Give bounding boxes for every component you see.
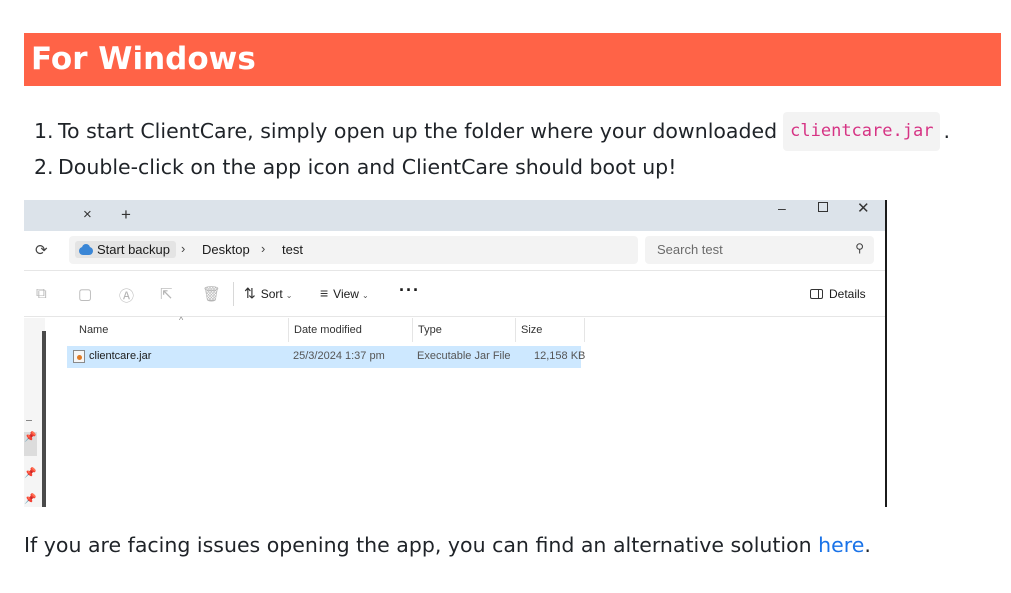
more-options-button[interactable]: ··· — [399, 280, 420, 301]
pin-icon[interactable]: 📌 — [24, 468, 36, 479]
divider — [26, 420, 32, 421]
copy-icon[interactable]: ▢ — [78, 285, 92, 303]
breadcrumb-item-start-backup[interactable]: Start backup — [75, 241, 176, 258]
command-bar: ⧉ ▢ Ⓐ ⇱ 🗑 ⇅ Sort ⌄ ≡ View ⌄ ··· Details — [24, 272, 885, 317]
file-row[interactable]: clientcare.jar 25/3/2024 1:37 pm Executa… — [67, 346, 585, 368]
column-header-type[interactable]: Type — [418, 324, 442, 336]
refresh-icon[interactable]: ⟳ — [35, 241, 48, 259]
sort-ascending-icon: ^ — [179, 315, 184, 325]
view-icon: ≡ — [320, 285, 329, 301]
file-date-modified: 25/3/2024 1:37 pm — [293, 350, 385, 362]
alternative-solution-link[interactable]: here — [818, 533, 864, 557]
help-text: If you are facing issues opening the app… — [24, 533, 871, 557]
details-button[interactable]: Details — [810, 287, 866, 301]
list-item: 2. Double-click on the app icon and Clie… — [34, 151, 994, 184]
pin-icon[interactable]: 📌 — [24, 494, 36, 505]
column-divider[interactable] — [515, 318, 516, 342]
list-item: 1. To start ClientCare, simply open up t… — [34, 112, 994, 151]
column-header-row: ^ Name Date modified Type Size — [67, 315, 885, 343]
help-sentence: If you are facing issues opening the app… — [24, 533, 819, 557]
divider — [233, 282, 234, 306]
file-name: clientcare.jar — [89, 350, 152, 362]
minimize-icon[interactable]: – — [778, 200, 786, 216]
details-pane-icon — [810, 289, 823, 299]
chevron-down-icon: ⌄ — [361, 291, 369, 300]
sort-button[interactable]: ⇅ Sort ⌄ — [244, 285, 292, 302]
breadcrumb-item-test[interactable]: test — [282, 242, 303, 257]
breadcrumb[interactable]: Start backup › Desktop › test — [69, 236, 638, 264]
cloud-icon — [79, 244, 93, 255]
search-icon: ⚲ — [855, 241, 864, 255]
step-text: To start ClientCare, simply open up the … — [58, 119, 778, 143]
section-heading: For Windows — [24, 33, 1001, 86]
breadcrumb-item-desktop[interactable]: Desktop — [202, 242, 250, 257]
new-tab-icon[interactable]: + — [121, 205, 131, 225]
delete-icon[interactable]: 🗑 — [202, 285, 221, 303]
close-tab-icon[interactable]: × — [83, 206, 92, 223]
cut-icon[interactable]: ⧉ — [36, 285, 47, 302]
step-text: Double-click on the app icon and ClientC… — [58, 155, 677, 179]
list-number: 1. — [34, 119, 54, 143]
file-explorer-screenshot: × + – ✕ ⟳ Start backup › Desktop › test … — [24, 200, 887, 507]
rename-icon[interactable]: Ⓐ — [119, 285, 134, 306]
share-icon[interactable]: ⇱ — [160, 285, 173, 303]
step-text-end: . — [943, 119, 950, 143]
column-header-size[interactable]: Size — [521, 324, 542, 336]
search-placeholder: Search test — [657, 242, 723, 257]
address-bar: ⟳ Start backup › Desktop › test Search t… — [24, 231, 885, 271]
file-type: Executable Jar File — [417, 350, 511, 362]
scrollbar[interactable] — [42, 331, 46, 507]
search-input[interactable]: Search test ⚲ — [645, 236, 874, 264]
chevron-down-icon: ⌄ — [285, 291, 293, 300]
maximize-icon[interactable] — [818, 202, 828, 212]
file-size: 12,158 KB — [534, 350, 586, 362]
list-number: 2. — [34, 155, 54, 179]
instruction-list: 1. To start ClientCare, simply open up t… — [34, 112, 994, 184]
column-divider[interactable] — [288, 318, 289, 342]
column-header-date-modified[interactable]: Date modified — [294, 324, 362, 336]
help-sentence-end: . — [864, 533, 871, 557]
tab-bar: × + – ✕ — [24, 200, 885, 231]
column-divider[interactable] — [584, 318, 585, 342]
column-header-name[interactable]: Name — [79, 324, 108, 336]
chevron-right-icon: › — [181, 241, 186, 256]
close-window-icon[interactable]: ✕ — [857, 200, 870, 217]
pin-icon[interactable]: 📌 — [24, 432, 37, 456]
chevron-right-icon: › — [261, 241, 266, 256]
sort-icon: ⇅ — [244, 285, 256, 301]
jar-file-icon — [73, 350, 85, 363]
column-divider[interactable] — [412, 318, 413, 342]
inline-code: clientcare.jar — [783, 112, 941, 151]
view-button[interactable]: ≡ View ⌄ — [320, 285, 369, 301]
